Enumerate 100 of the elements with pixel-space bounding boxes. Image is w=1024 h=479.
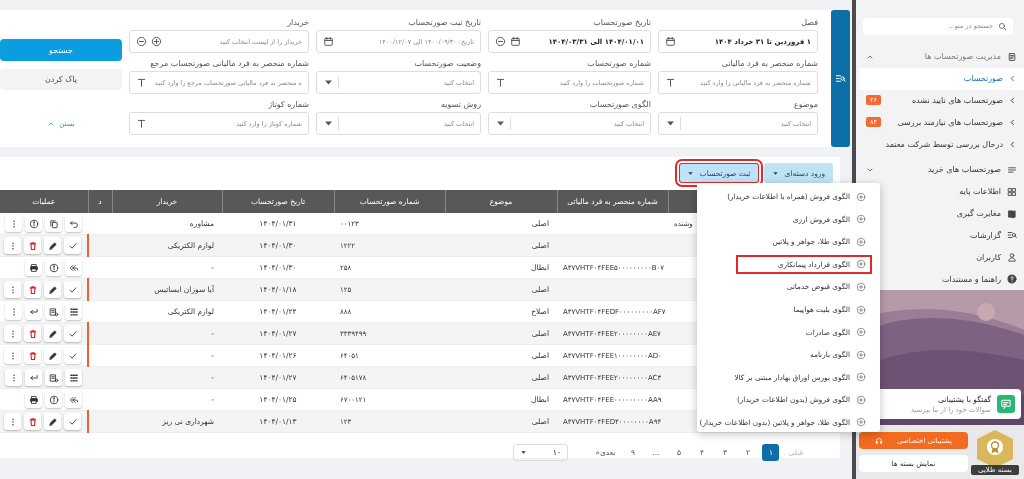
chevron-icon [1009,140,1016,148]
chevron-icon [1009,75,1016,83]
add-icon [856,327,866,338]
headset-icon [875,436,883,445]
delete-button[interactable] [24,281,41,298]
menu-item[interactable]: اطلاعات پایه [856,180,1024,203]
add-icon [856,417,866,428]
delete-button[interactable] [24,325,41,342]
caret-icon [323,77,334,88]
check-icon [67,416,78,427]
caret-icon [323,118,334,129]
reply-all-icon [68,262,79,273]
document-icon [1007,51,1017,62]
pencil-icon [47,240,58,251]
receipt-icon [48,372,59,383]
info-icon [48,262,59,273]
check-icon [67,240,78,251]
calendar-icon [510,36,521,47]
menu-item[interactable]: صورتحساب [859,67,1024,90]
trash-icon [27,240,38,251]
help-icon [1007,274,1017,285]
delete-button[interactable] [24,347,41,364]
field-label: شماره منحصر به فرد مالیاتی [721,59,818,69]
add-icon [856,349,866,360]
chevron-icon [1009,118,1016,126]
pencil-icon [47,284,58,295]
reply-all-button[interactable] [65,391,82,408]
return-button[interactable] [25,303,42,320]
add-icon [856,259,866,270]
pencil-icon [47,350,58,361]
edit-button[interactable] [44,237,61,254]
caret-icon [520,449,528,456]
clear-button[interactable]: پاک کردن [0,69,122,90]
menu-item[interactable]: صورتحساب های خرید [856,159,1024,181]
undo-icon [68,218,79,229]
receipt-icon [48,306,59,317]
menu-item[interactable]: گزارشات [856,224,1024,247]
caret-icon [771,169,779,177]
add-icon [151,36,162,47]
user-icon [1007,252,1017,263]
delete-button[interactable] [24,413,41,430]
check-button[interactable] [64,281,81,298]
list-icon [1007,164,1017,175]
menu-item[interactable]: مدیریت صورتحساب ها [856,45,1024,68]
check-button[interactable] [64,347,81,364]
menu-item[interactable]: درحال بررسی توسط شرکت معتمد [856,133,1024,155]
check-button[interactable] [64,237,81,254]
trash-icon [27,350,38,361]
field-label: تاریخ صورتحساب [593,18,651,28]
filter-search-icon [835,73,846,84]
add-icon [856,281,866,292]
print-button[interactable] [25,391,42,408]
edit-button[interactable] [44,413,61,430]
grid-button[interactable] [65,303,82,320]
field-label: شماره کوتاژ [268,100,309,110]
add-icon [856,236,866,247]
reply-all-button[interactable] [65,259,82,276]
field-label: موضوع [793,100,818,110]
delete-button[interactable] [24,237,41,254]
undo-button[interactable] [65,215,82,232]
page-size-select[interactable]: ۱۰ [513,444,569,461]
text-icon [495,77,506,88]
grid-icon [1007,186,1017,197]
text-icon [136,118,147,129]
grid-icon [68,372,79,383]
info-button[interactable] [25,215,42,232]
print-button[interactable] [25,259,42,276]
info-button[interactable] [45,259,62,276]
clear-icon [136,36,147,47]
grid-button[interactable] [65,369,82,386]
copy-button[interactable] [45,215,62,232]
info-button[interactable] [45,391,62,408]
check-button[interactable] [64,325,81,342]
text-icon [665,77,676,88]
search-icon [998,21,1007,31]
add-icon [856,394,866,405]
check-icon [67,350,78,361]
filter-toggle-tab[interactable] [831,10,850,147]
field-label: الگوی صورتحساب [589,100,651,110]
edit-button[interactable] [44,325,61,342]
add-icon [856,304,866,315]
check-button[interactable] [64,413,81,430]
field-label: روش تسویه [440,100,481,110]
grid-icon [68,306,79,317]
add-icon [856,191,866,202]
chevron-icon [1009,96,1016,104]
receipt-button[interactable] [45,369,62,386]
pencil-icon [47,416,58,427]
field-label: وضعیت صورتحساب [414,59,481,69]
trash-icon [27,416,38,427]
edit-button[interactable] [44,347,61,364]
calendar-icon [665,36,676,47]
check-icon [67,328,78,339]
menu-item[interactable]: مغایرت گیری [856,202,1024,225]
receipt-button[interactable] [45,303,62,320]
field-label: شماره صورتحساب [587,59,651,69]
text-icon [136,77,147,88]
edit-button[interactable] [44,281,61,298]
caret-icon [665,118,676,129]
return-button[interactable] [25,369,42,386]
